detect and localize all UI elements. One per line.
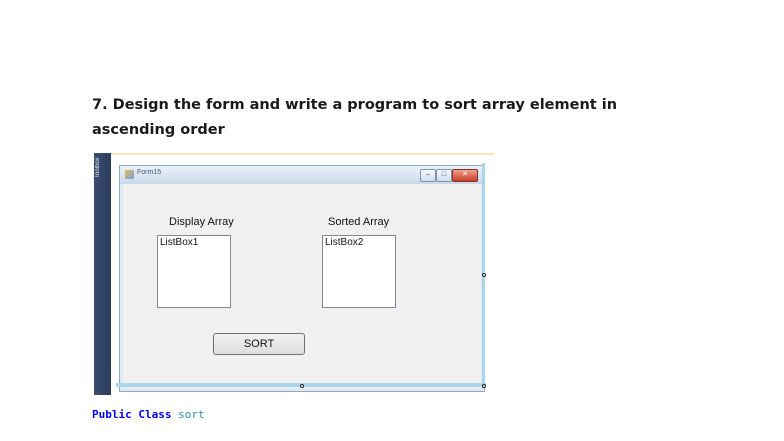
close-button[interactable]: ✕ xyxy=(452,169,478,182)
sorted-array-label[interactable]: Sorted Array xyxy=(328,216,389,228)
form-window[interactable]: Form15 – □ ✕ Display Array Sorted Array … xyxy=(119,165,485,392)
keyword-class: Class xyxy=(138,408,172,421)
toolbox-label: Toolbox xyxy=(95,157,101,179)
designer-top-border xyxy=(111,153,494,155)
resize-handle-right[interactable] xyxy=(482,273,486,277)
resize-handle-bottom[interactable] xyxy=(300,384,304,388)
question-text: Design the form and write a program to s… xyxy=(92,97,618,138)
form-titlebar[interactable]: Form15 – □ ✕ xyxy=(120,166,484,184)
display-array-label[interactable]: Display Array xyxy=(169,216,234,228)
form-icon xyxy=(125,170,134,179)
listbox1[interactable]: ListBox1 xyxy=(157,235,231,308)
form-title: Form15 xyxy=(137,169,162,176)
toolbox-strip[interactable]: Toolbox xyxy=(94,153,111,395)
class-name: sort xyxy=(178,408,205,421)
question-heading: 7. Design the form and write a program t… xyxy=(92,93,692,143)
designer-screenshot: Toolbox Form15 – □ ✕ Display Array Sorte… xyxy=(94,153,494,395)
question-number: 7. xyxy=(92,97,108,113)
minimize-button[interactable]: – xyxy=(420,169,436,182)
maximize-button[interactable]: □ xyxy=(436,169,452,182)
code-line: Public Class sort xyxy=(92,408,205,421)
sort-button[interactable]: SORT xyxy=(213,333,305,355)
resize-handle-corner[interactable] xyxy=(482,384,486,388)
keyword-public: Public xyxy=(92,408,132,421)
listbox2[interactable]: ListBox2 xyxy=(322,235,396,308)
form-client-area: Display Array Sorted Array ListBox1 List… xyxy=(123,184,481,388)
